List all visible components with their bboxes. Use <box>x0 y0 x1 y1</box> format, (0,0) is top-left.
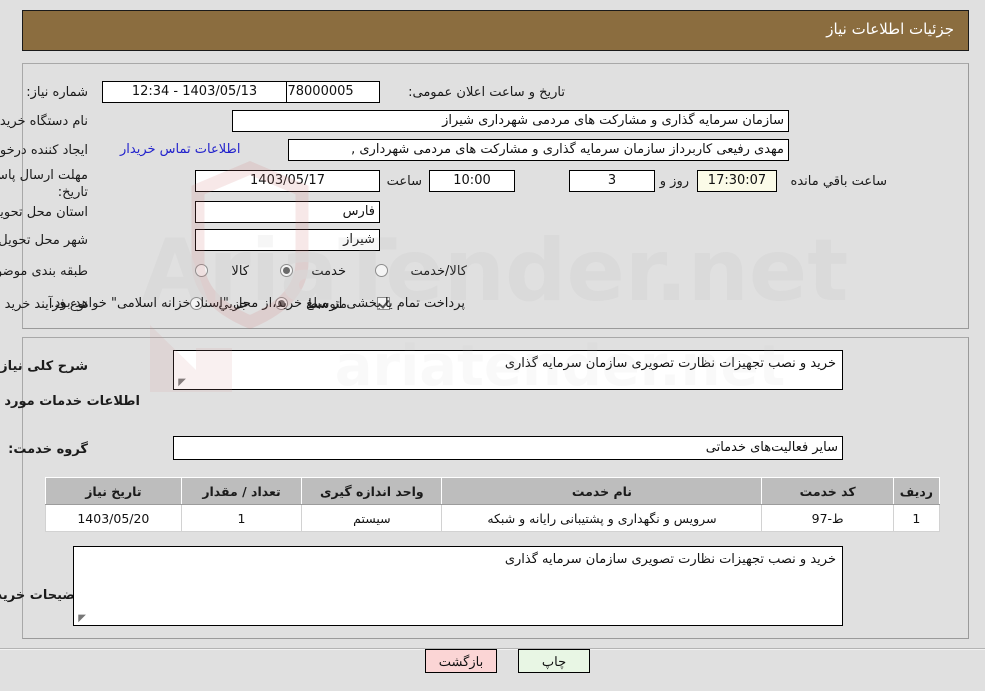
column-header-unit: واحد اندازه گیری <box>301 477 443 505</box>
response-deadline-label: مهلت ارسال پاسخ: تا <box>0 168 88 183</box>
cell-code: ط-97 <box>761 504 894 532</box>
table-row: 1 ط-97 سرویس و نگهداری و پشتیبانی رایانه… <box>45 504 941 532</box>
service-group-value: سایر فعالیت‌های خدماتی <box>173 436 843 460</box>
print-button[interactable]: چاپ <box>518 649 590 673</box>
column-header-code: کد خدمت <box>761 477 894 505</box>
cell-unit: سیستم <box>301 504 443 532</box>
delivery-province-label: استان محل تحویل: <box>0 205 88 220</box>
subject-category-label: طبقه بندی موضوعی: <box>0 264 88 279</box>
services-section-title: اطلاعات خدمات مورد نیاز <box>0 394 140 409</box>
category-label-khedmat: خدمت <box>311 264 346 279</box>
cell-quantity: 1 <box>180 504 303 532</box>
resize-grip-icon[interactable]: ◤ <box>176 378 186 388</box>
request-creator-value: مهدی رفیعی کاربرداز سازمان سرمایه گذاری … <box>288 139 789 161</box>
buyer-org-value: سازمان سرمایه گذاری و مشارکت های مردمی ش… <box>232 110 789 132</box>
buyer-contact-link[interactable]: اطلاعات تماس خریدار <box>120 142 240 157</box>
deadline-date-value: 1403/05/17 <box>195 170 380 192</box>
remaining-clock-value: 17:30:07 <box>697 170 777 192</box>
delivery-city-label: شهر محل تحویل: <box>0 233 88 248</box>
page-title: جزئیات اطلاعات نیاز <box>826 20 954 38</box>
services-table: ردیف کد خدمت نام خدمت واحد اندازه گیری ت… <box>45 477 941 532</box>
cell-radif: 1 <box>892 504 941 532</box>
announcement-datetime-value: 1403/05/13 - 12:34 <box>102 81 287 103</box>
service-group-label: گروه خدمت: <box>8 442 88 457</box>
announcement-datetime-label: تاریخ و ساعت اعلان عمومی: <box>408 85 565 100</box>
remaining-clock-label: ساعت باقي مانده <box>790 174 887 189</box>
delivery-city-value: شیراز <box>195 229 380 251</box>
column-header-name: نام خدمت <box>441 477 763 505</box>
remaining-days-value: 3 <box>569 170 655 192</box>
general-description-value: خرید و نصب تجهیزات نظارت تصویری سازمان س… <box>504 356 836 371</box>
category-radio-kala[interactable] <box>195 264 208 277</box>
category-label-kala: کالا <box>231 264 249 279</box>
delivery-province-value: فارس <box>195 201 380 223</box>
treasury-bonds-note: پرداخت تمام یا بخشی از مبلغ خرید،از محل … <box>50 296 465 311</box>
need-number-label: شماره نیاز: <box>26 85 88 100</box>
general-description-textarea[interactable]: خرید و نصب تجهیزات نظارت تصویری سازمان س… <box>173 350 843 390</box>
category-radio-kala-khedmat[interactable] <box>375 264 388 277</box>
cell-date: 1403/05/20 <box>45 504 182 532</box>
buyer-notes-value: خرید و نصب تجهیزات نظارت تصویری سازمان س… <box>504 552 836 567</box>
deadline-time-value: 10:00 <box>429 170 515 192</box>
table-header-row: ردیف کد خدمت نام خدمت واحد اندازه گیری ت… <box>45 477 941 505</box>
cell-name: سرویس و نگهداری و پشتیبانی رایانه و شبکه <box>441 504 763 532</box>
deadline-time-label: ساعت <box>386 174 422 189</box>
category-radio-khedmat[interactable] <box>280 264 293 277</box>
general-description-label: شرح کلی نیاز: <box>0 359 88 374</box>
resize-grip-icon-2[interactable]: ◤ <box>76 614 86 624</box>
column-header-radif: ردیف <box>892 477 941 505</box>
category-label-kala-khedmat: کالا/خدمت <box>410 264 467 279</box>
column-header-quantity: تعداد / مقدار <box>180 477 303 505</box>
buyer-org-label: نام دستگاه خریدار: <box>0 114 88 129</box>
back-button[interactable]: بازگشت <box>425 649 497 673</box>
column-header-date: تاریخ نیاز <box>45 477 182 505</box>
response-deadline-label-2: تاریخ: <box>57 185 88 200</box>
page-root: جزئیات اطلاعات نیاز شماره نیاز: 11031084… <box>0 0 985 691</box>
remaining-days-label: روز و <box>659 174 689 189</box>
buyer-notes-textarea[interactable]: خرید و نصب تجهیزات نظارت تصویری سازمان س… <box>73 546 843 626</box>
page-header-bar: جزئیات اطلاعات نیاز <box>22 10 969 51</box>
request-creator-label: ایجاد کننده درخواست: <box>0 143 88 158</box>
